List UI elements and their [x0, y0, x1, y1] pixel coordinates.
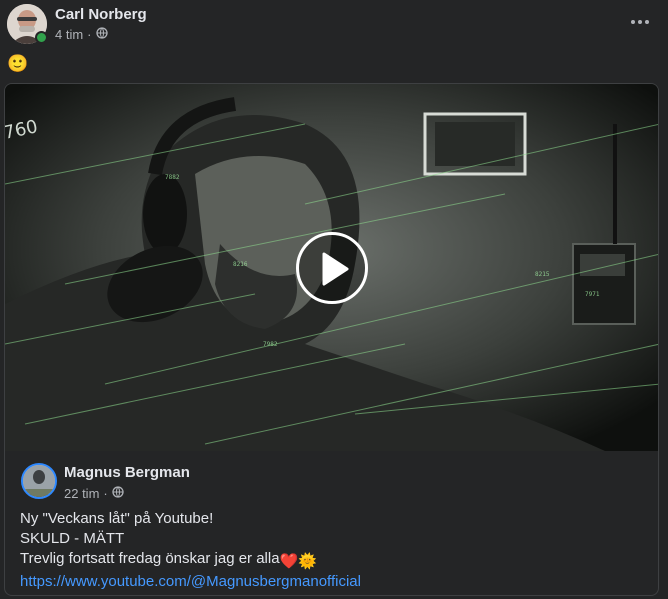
shared-text-line: Trevlig fortsatt fredag önskar jag er al… [20, 549, 650, 572]
video-overlay-label: 7982 [263, 341, 278, 348]
more-options-button[interactable] [626, 12, 654, 32]
video-player[interactable]: 7882 8216 7982 8215 7971 760 [5, 84, 658, 451]
post-text: 🙂 [7, 54, 29, 73]
shared-post-header: Magnus Bergman 22 tim · [5, 451, 658, 511]
shared-post-time[interactable]: 22 tim [64, 486, 99, 501]
video-overlay-label: 7971 [585, 291, 600, 298]
video-overlay-label: 8216 [233, 261, 248, 268]
post-time[interactable]: 4 tim [55, 27, 83, 42]
video-overlay-label: 8215 [535, 271, 550, 278]
shared-text-line: Ny "Veckans låt" på Youtube! [20, 510, 214, 527]
shared-text: Trevlig fortsatt fredag önskar jag er al… [20, 550, 280, 567]
post-meta: 4 tim · [55, 27, 108, 42]
more-options-icon [645, 20, 649, 24]
more-options-icon [631, 20, 635, 24]
post-header: Carl Norberg 4 tim · [0, 0, 668, 50]
shared-author-name[interactable]: Magnus Bergman [64, 464, 190, 481]
youtube-link[interactable]: https://www.youtube.com/@Magnusbergmanof… [20, 573, 361, 590]
meta-separator: · [103, 486, 108, 501]
shared-post-card[interactable]: 7882 8216 7982 8215 7971 760 Magnus Berg… [4, 83, 659, 596]
video-overlay-label: 7882 [165, 174, 180, 181]
globe-icon [112, 486, 124, 501]
shared-post-meta: 22 tim · [64, 486, 124, 501]
online-status-dot [35, 31, 48, 44]
shared-post-body: Ny "Veckans låt" på Youtube! SKULD - MÄT… [20, 509, 650, 592]
more-options-icon [638, 20, 642, 24]
meta-separator: · [87, 27, 92, 42]
post-author-name[interactable]: Carl Norberg [55, 6, 147, 23]
globe-icon [95, 27, 108, 42]
play-button[interactable] [296, 232, 368, 304]
play-icon [322, 252, 349, 286]
author-avatar[interactable] [7, 4, 48, 44]
heart-sun-emoji: ❤️🌞 [279, 553, 317, 570]
shared-author-avatar[interactable] [21, 463, 57, 499]
shared-text-line: SKULD - MÄTT [20, 530, 125, 547]
